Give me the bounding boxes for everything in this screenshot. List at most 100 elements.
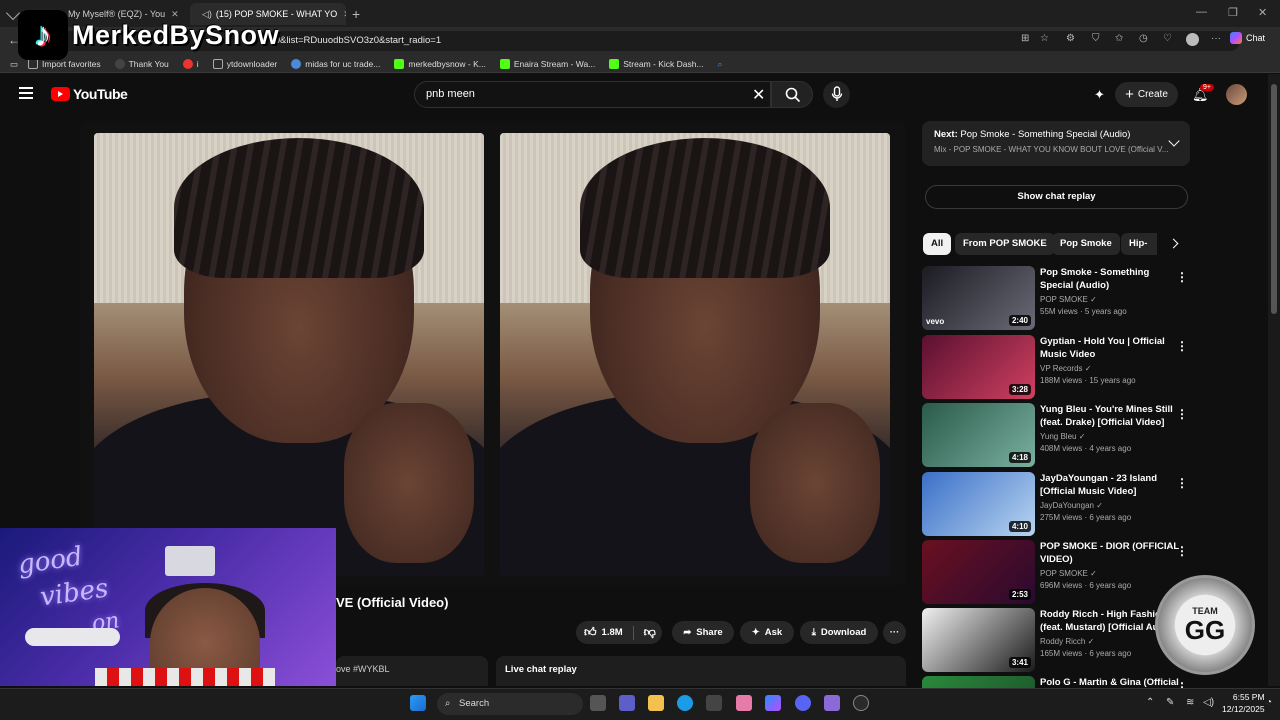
- video-title[interactable]: Pop Smoke - Something Special (Audio): [1040, 266, 1180, 292]
- thumbs-down-icon[interactable]: 👎︎: [644, 625, 656, 640]
- bookmark-stream-kick[interactable]: Stream - Kick Dash...: [609, 59, 704, 69]
- video-title[interactable]: POP SMOKE - DIOR (OFFICIAL VIDEO): [1040, 540, 1180, 566]
- avatar[interactable]: [1226, 84, 1247, 105]
- windows-start-icon[interactable]: [410, 695, 426, 711]
- shield-icon[interactable]: ⛉: [1092, 33, 1100, 44]
- copilot-chat-button[interactable]: Chat: [1230, 32, 1265, 44]
- channel-name[interactable]: JayDaYoungan ✓: [1040, 501, 1180, 510]
- more-vertical-icon[interactable]: ⋮: [1176, 476, 1188, 490]
- favorites-icon[interactable]: ✩: [1115, 33, 1123, 44]
- share-button[interactable]: ➦ Share: [672, 621, 734, 644]
- discord-icon[interactable]: [795, 695, 811, 711]
- more-menu-icon[interactable]: ···: [1211, 33, 1221, 44]
- search-icon: ⌕: [445, 698, 451, 709]
- up-next-box[interactable]: Next: Pop Smoke - Something Special (Aud…: [922, 121, 1190, 166]
- file-explorer-icon[interactable]: [648, 695, 664, 711]
- new-tab-icon[interactable]: +: [352, 6, 360, 22]
- recommended-video[interactable]: 3:28 Gyptian - Hold You | Official Music …: [922, 335, 1190, 399]
- logo-text: YouTube: [73, 86, 128, 102]
- bookmark-ytdownloader[interactable]: ytdownloader: [212, 59, 277, 69]
- maximize-icon[interactable]: ❐: [1228, 6, 1238, 19]
- like-button[interactable]: 👍︎ 1.8M: [584, 625, 623, 640]
- recommended-video[interactable]: 4:18 Yung Bleu - You're Mines Still (feat…: [922, 403, 1190, 467]
- more-vertical-icon[interactable]: ⋮: [1176, 270, 1188, 284]
- video-title[interactable]: Gyptian - Hold You | Official Music Vide…: [1040, 335, 1180, 361]
- search-input[interactable]: pnb meen: [414, 81, 771, 108]
- video-thumbnail[interactable]: 2:53: [922, 540, 1035, 604]
- app-icon-2[interactable]: [824, 695, 840, 711]
- profile-icon[interactable]: [1186, 33, 1199, 46]
- recommended-video[interactable]: 2:53 POP SMOKE - DIOR (OFFICIAL VIDEO) POP…: [922, 540, 1190, 604]
- clear-search-icon[interactable]: ✕: [752, 85, 765, 105]
- close-window-icon[interactable]: ✕: [1258, 6, 1267, 19]
- close-icon[interactable]: ✕: [343, 9, 346, 20]
- more-vertical-icon[interactable]: ⋮: [1176, 407, 1188, 421]
- bookmark-enaira[interactable]: Enaira Stream - Wa...: [499, 59, 595, 69]
- bookmark-thank-you[interactable]: Thank You: [114, 59, 169, 69]
- create-button[interactable]: + Create: [1115, 82, 1178, 107]
- favorite-star-icon[interactable]: ☆: [1040, 33, 1049, 44]
- bookmark-import[interactable]: Import favorites: [28, 59, 101, 69]
- taskbar-search[interactable]: ⌕ Search: [437, 693, 583, 715]
- notification-center-icon[interactable]: ◔: [1266, 697, 1272, 708]
- video-thumbnail[interactable]: 4:18: [922, 403, 1035, 467]
- search-button[interactable]: [771, 81, 813, 108]
- chip-from-pop-smoke[interactable]: From POP SMOKE: [955, 233, 1055, 255]
- extensions-icon[interactable]: ⚙: [1066, 33, 1075, 44]
- scrollbar[interactable]: [1268, 74, 1280, 686]
- video-thumbnail[interactable]: 3:41: [922, 608, 1035, 672]
- channel-name[interactable]: POP SMOKE ✓: [1040, 569, 1180, 578]
- recommended-video[interactable]: 3:41 Roddy Ricch - High Fashion (feat. Mu…: [922, 608, 1190, 672]
- bookmark-midas[interactable]: midas for uc trade...: [291, 59, 380, 69]
- description-box[interactable]: ove #WYKBL: [336, 656, 488, 686]
- channel-name[interactable]: VP Records ✓: [1040, 364, 1180, 373]
- history-icon[interactable]: ◷: [1139, 33, 1148, 44]
- channel-name[interactable]: POP SMOKE ✓: [1040, 295, 1180, 304]
- teams-icon[interactable]: [619, 695, 635, 711]
- hamburger-menu-icon[interactable]: [19, 87, 33, 99]
- wifi-icon[interactable]: ≋: [1186, 697, 1194, 708]
- youtube-logo[interactable]: YouTube: [51, 86, 128, 102]
- channel-name[interactable]: Yung Bleu ✓: [1040, 432, 1180, 441]
- app-icon[interactable]: [736, 695, 752, 711]
- more-vertical-icon[interactable]: ⋮: [1176, 339, 1188, 353]
- bookmark-search-icon[interactable]: ⌕: [718, 59, 723, 70]
- video-title[interactable]: Yung Bleu - You're Mines Still (feat. Dr…: [1040, 403, 1180, 429]
- show-chat-replay-button[interactable]: Show chat replay: [925, 185, 1188, 209]
- pen-icon[interactable]: ✎: [1166, 697, 1174, 708]
- chip-pop-smoke[interactable]: Pop Smoke: [1052, 233, 1120, 255]
- store-icon[interactable]: [706, 695, 722, 711]
- more-vertical-icon[interactable]: ⋮: [1176, 544, 1188, 558]
- bookmark-i[interactable]: i: [182, 59, 199, 69]
- video-thumbnail[interactable]: 2:40 vevo: [922, 266, 1035, 330]
- live-chat-label: Live chat replay: [505, 664, 577, 675]
- bookmark-merkedbysnow[interactable]: merkedbysnow - K...: [394, 59, 486, 69]
- obs-icon[interactable]: [853, 695, 869, 711]
- clock[interactable]: 6:55 PM 12/12/2025: [1222, 691, 1265, 715]
- chip-hip-hop[interactable]: Hip-ho: [1121, 233, 1157, 255]
- edge-icon[interactable]: [677, 695, 693, 711]
- video-thumbnail[interactable]: 4:10: [922, 472, 1035, 536]
- volume-icon[interactable]: ◁): [1203, 697, 1214, 708]
- browser-essentials-icon[interactable]: ♡: [1163, 33, 1172, 44]
- premium-icon[interactable]: ✦: [1094, 87, 1105, 103]
- video-thumbnail[interactable]: 3:28: [922, 335, 1035, 399]
- verified-check-icon: ✓: [1087, 637, 1095, 646]
- more-actions-button[interactable]: ···: [883, 621, 906, 644]
- chip-all[interactable]: All: [923, 233, 952, 255]
- tray-chevron-icon[interactable]: ⌃: [1146, 697, 1154, 708]
- copilot-taskbar-icon[interactable]: [765, 695, 781, 711]
- recommended-video[interactable]: 2:40 vevo Pop Smoke - Something Special (A…: [922, 266, 1190, 330]
- recommended-video[interactable]: 4:10 JayDaYoungan - 23 Island [Official M…: [922, 472, 1190, 536]
- minimize-icon[interactable]: —: [1196, 6, 1207, 18]
- app-available-icon[interactable]: ⊞: [1021, 33, 1029, 44]
- download-button[interactable]: ⤓ Download: [800, 621, 878, 644]
- live-chat-replay-header[interactable]: Live chat replay: [496, 656, 906, 686]
- voice-search-button[interactable]: [823, 81, 850, 108]
- chevron-right-icon[interactable]: [1168, 238, 1179, 249]
- task-view-icon[interactable]: [590, 695, 606, 711]
- bookmarks-bar-toggle-icon[interactable]: ▭: [10, 59, 18, 70]
- ask-button[interactable]: ✦ Ask: [740, 621, 794, 644]
- video-title[interactable]: JayDaYoungan - 23 Island [Official Music…: [1040, 472, 1180, 498]
- scrollbar-thumb[interactable]: [1271, 84, 1277, 314]
